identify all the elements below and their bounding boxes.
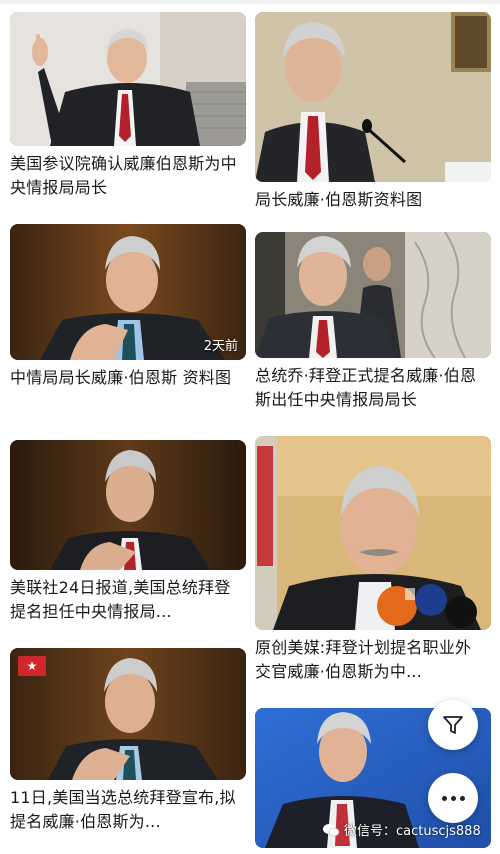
result-card[interactable]: 美国参议院确认威廉伯恩斯为中央情报局局长 [10,12,246,200]
caption[interactable]: 11日,美国当选总统拜登宣布,拟提名威廉·伯恩斯为... [10,786,246,834]
filter-button[interactable] [428,700,478,750]
result-card[interactable]: 美联社24日报道,美国总统拜登提名担任中央情报局... [10,440,246,624]
thumbnail[interactable] [255,232,491,358]
thumbnail[interactable] [255,12,491,182]
filter-icon [443,716,463,734]
more-icon [441,795,465,801]
result-card[interactable]: 总统乔·拜登正式提名威廉·伯恩斯出任中央情报局局长 [255,232,491,412]
thumbnail-image [10,440,246,570]
wechat-icon [323,823,340,836]
thumbnail[interactable] [10,440,246,570]
thumbnail[interactable] [255,436,491,630]
thumbnail-image [255,436,491,630]
result-card[interactable]: 原创美媒:拜登计划提名职业外交官威廉·伯恩斯为中... [255,436,491,684]
caption[interactable]: 局长威廉·伯恩斯资料图 [255,188,491,212]
caption[interactable]: 原创美媒:拜登计划提名职业外交官威廉·伯恩斯为中... [255,636,491,684]
caption[interactable]: 总统乔·拜登正式提名威廉·伯恩斯出任中央情报局局长 [255,364,491,412]
news-logo: ★ [18,656,46,676]
watermark: 微信号：cactuscjs888 [322,820,481,839]
thumbnail-image [255,12,491,182]
thumbnail[interactable]: 2天前 [10,224,246,360]
thumbnail-image [255,232,491,358]
caption[interactable]: 中情局局长威廉·伯恩斯 资料图 [10,366,246,390]
result-card[interactable]: ★ 11日,美国当选总统拜登宣布,拟提名威廉·伯恩斯为... [10,648,246,834]
result-card[interactable]: 2天前 中情局局长威廉·伯恩斯 资料图 [10,224,246,390]
caption[interactable]: 美国参议院确认威廉伯恩斯为中央情报局局长 [10,152,246,200]
thumbnail-image [10,12,246,146]
caption[interactable]: 美联社24日报道,美国总统拜登提名担任中央情报局... [10,576,246,624]
more-options-button[interactable] [428,773,478,823]
time-badge: 2天前 [203,339,238,354]
thumbnail[interactable] [10,12,246,146]
image-results-grid: 美国参议院确认威廉伯恩斯为中央情报局局长 2天前 中情局局长威廉·伯恩斯 资料图… [0,0,500,854]
watermark-text: 微信号：cactuscjs888 [344,824,481,839]
result-card[interactable]: 局长威廉·伯恩斯资料图 [255,12,491,212]
thumbnail[interactable]: ★ [10,648,246,780]
